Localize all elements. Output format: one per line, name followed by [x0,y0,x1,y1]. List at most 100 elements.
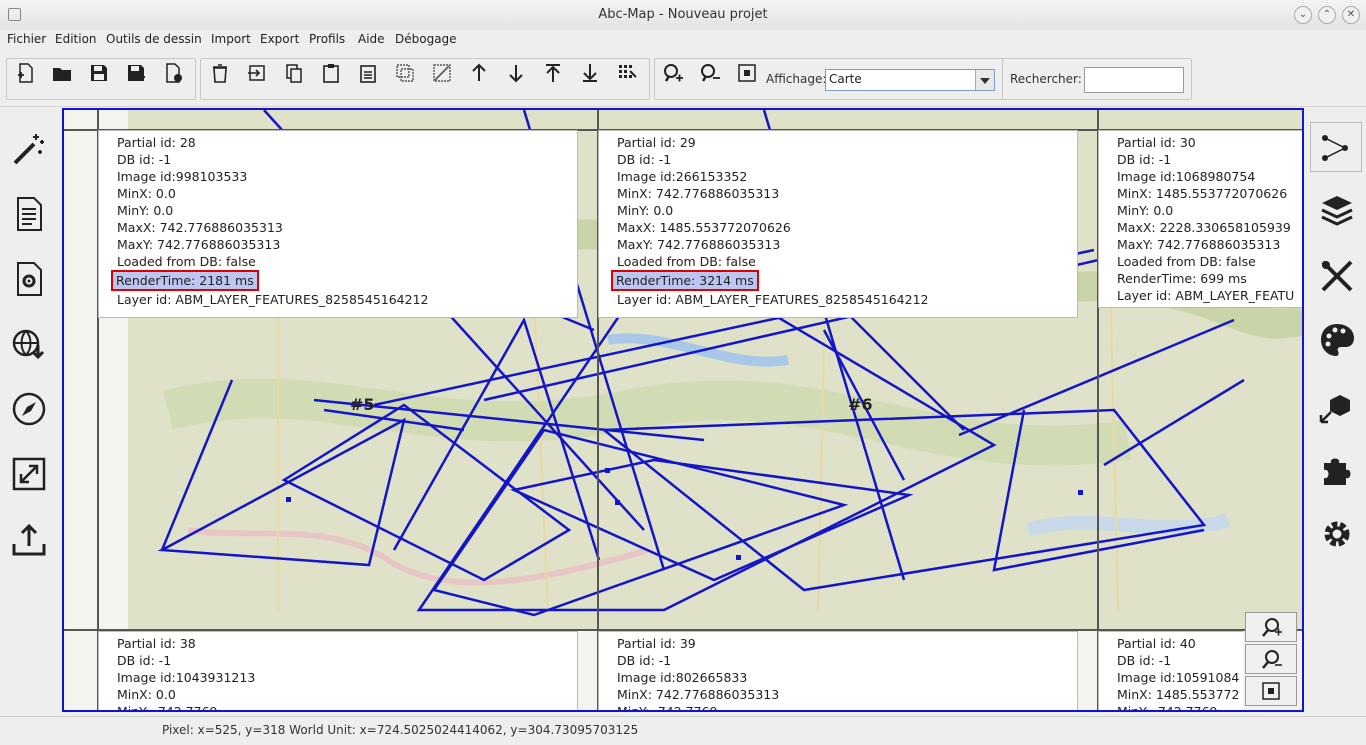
move-down-button[interactable] [503,62,529,84]
maxx: MaxX: 742.776886035313 [117,220,283,235]
map-view[interactable]: #5 #6 Partial id: 28 DB id: -1 Image id:… [62,108,1304,712]
partial-id: Partial id: 40 [1117,636,1196,651]
zoom-out-button[interactable] [697,62,723,84]
image-id: Image id:1043931213 [117,670,256,685]
db-id: DB id: -1 [1117,653,1172,668]
menu-outils-de-dessin[interactable]: Outils de dessin [106,32,202,46]
miny: MinY: 0.0 [1117,203,1174,218]
search-label: Rechercher: [1010,72,1082,86]
style-button[interactable] [1310,316,1364,364]
minx: MinX: 742.776886035313 [617,186,780,201]
palette-icon [1321,324,1354,356]
map-label: #5 [350,395,375,414]
menu-import[interactable]: Import [211,32,251,46]
miny: MinY: -742.7769 [1117,704,1218,712]
document-settings-button[interactable] [2,254,56,304]
gear-icon [1324,521,1350,547]
magic-wand-button[interactable] [2,124,56,174]
puzzle-icon [1324,458,1351,485]
settings-button[interactable] [1310,510,1364,558]
menu-profils[interactable]: Profils [309,32,345,46]
maxy: MaxY: 742.776886035313 [117,237,281,252]
save-as-icon [128,65,145,81]
maximize-icon[interactable]: ⌃ [1318,6,1336,24]
maxy: MaxY: 742.776886035313 [617,237,781,252]
menu-aide[interactable]: Aide [358,32,385,46]
map-fit-button[interactable] [1245,676,1297,706]
render-time-highlight: RenderTime: 3214 ms [611,270,759,291]
map-zoom-out-button[interactable] [1245,644,1297,674]
search-input[interactable] [1084,67,1184,93]
tile-info-panel: Partial id: 38 DB id: -1 Image id:104393… [98,631,578,712]
paste-button[interactable] [318,62,344,84]
cut-icon [248,65,265,81]
document-settings-icon [17,262,42,296]
render-time-highlight: RenderTime: 2181 ms [111,270,259,291]
globe-download-icon [12,329,45,360]
maxx: MaxX: 2228.330658105939 [1117,220,1291,235]
new-project-button[interactable] [13,62,39,84]
display-select[interactable]: Carte [825,69,995,91]
title-bar: Abc-Map - Nouveau projet ⌄ ⌃ ✕ [0,0,1366,31]
menu-debogage[interactable]: Débogage [395,32,457,46]
display-label: Affichage: [766,72,827,86]
download-map-button[interactable] [2,319,56,369]
loaded-from-db: Loaded from DB: false [1117,254,1256,269]
zoom-in-button[interactable] [660,62,686,84]
chevron-down-icon[interactable] [975,70,994,90]
db-id: DB id: -1 [1117,152,1172,167]
layer-id: Layer id: ABM_LAYER_FEATURES_82585451642… [117,292,429,307]
upload-button[interactable] [2,514,56,564]
status-text: Pixel: x=525, y=318 World Unit: x=724.50… [162,723,639,737]
copy-icon [286,64,302,83]
save-as-button[interactable] [123,62,149,84]
image-id: Image id:802665833 [617,670,748,685]
minx: MinX: 742.776886035313 [617,687,780,702]
loaded-from-db: Loaded from DB: false [617,254,756,269]
db-id: DB id: -1 [117,653,172,668]
delete-button[interactable] [207,62,233,84]
resize-button[interactable] [2,449,56,499]
move-up-button[interactable] [466,62,492,84]
select-all-button[interactable] [392,62,418,84]
copy-button[interactable] [281,62,307,84]
close-project-button[interactable] [160,62,186,84]
menu-export[interactable]: Export [260,32,299,46]
layers-button[interactable] [1310,186,1364,234]
arrow-bottom-icon [583,64,597,82]
deselect-icon [433,64,451,82]
open-project-button[interactable] [49,62,75,84]
save-icon [91,65,107,81]
object-transform-button[interactable] [1310,382,1364,430]
fit-view-button[interactable] [734,62,760,84]
map-zoom-in-button[interactable] [1245,612,1297,642]
partial-id: Partial id: 29 [617,135,696,150]
drawing-tools-button[interactable] [1310,252,1364,300]
arrow-up-icon [472,63,486,81]
close-icon[interactable]: ✕ [1342,6,1360,24]
miny: MinY: -742.7769 [117,704,218,712]
grid-button[interactable] [614,62,640,84]
plugins-button[interactable] [1310,446,1364,494]
partial-id: Partial id: 30 [1117,135,1196,150]
move-bottom-button[interactable] [577,62,603,84]
menu-fichier[interactable]: Fichier [7,32,46,46]
map-label: #6 [848,395,873,414]
minimize-icon[interactable]: ⌄ [1294,6,1312,24]
minx: MinX: 0.0 [117,687,176,702]
menu-edition[interactable]: Edition [55,32,97,46]
save-button[interactable] [86,62,112,84]
duplicate-button[interactable] [355,62,381,84]
document-button[interactable] [2,189,56,239]
cut-button[interactable] [244,62,270,84]
minx: MinX: 0.0 [117,186,176,201]
menu-bar: Fichier Edition Outils de dessin Import … [0,30,1366,50]
magic-wand-icon [13,134,44,165]
move-top-button[interactable] [540,62,566,84]
zoom-in-icon [664,64,683,82]
layer-id: Layer id: ABM_LAYER_FEATURES_82585451642… [617,292,929,307]
miny: MinY: 0.0 [617,203,674,218]
deselect-button[interactable] [429,62,455,84]
vector-tool-button[interactable] [1310,122,1362,172]
navigation-button[interactable] [2,384,56,434]
